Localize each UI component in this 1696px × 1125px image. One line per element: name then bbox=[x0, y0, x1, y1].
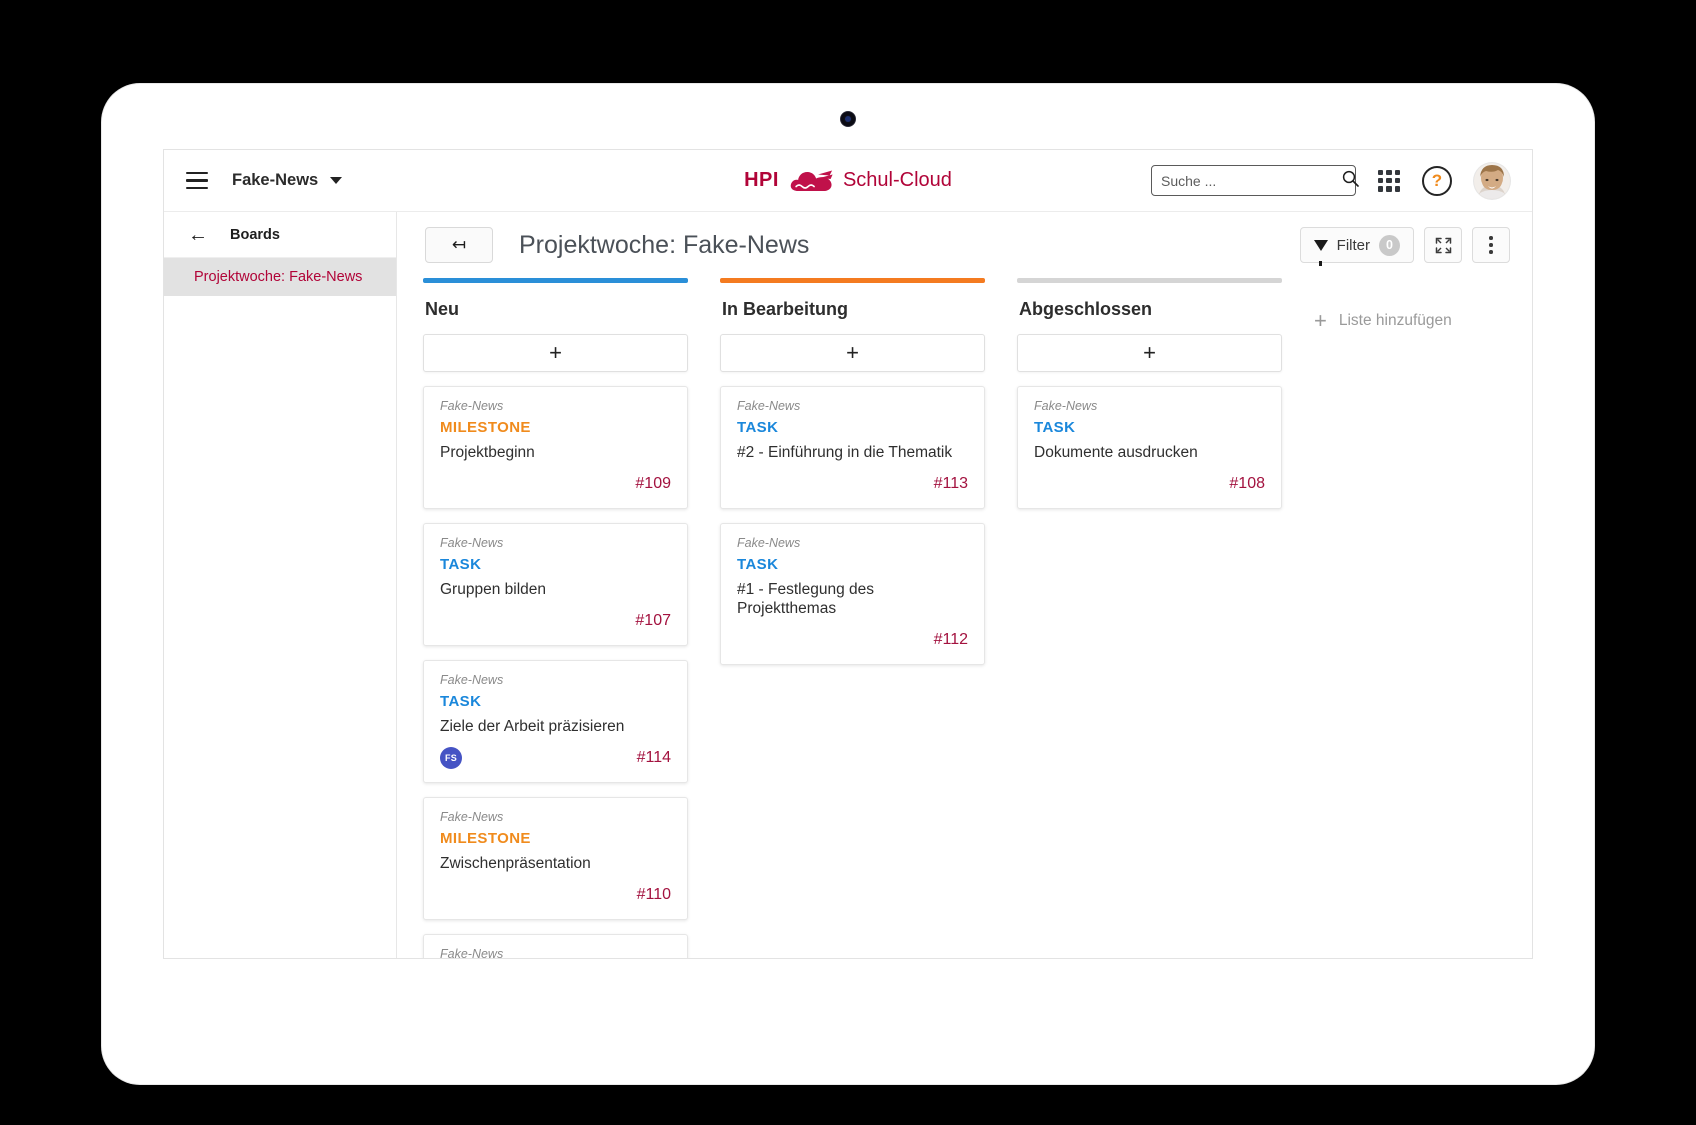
add-card-button[interactable]: + bbox=[1017, 334, 1282, 372]
plus-icon: + bbox=[1314, 310, 1327, 332]
add-list-button[interactable]: + Liste hinzufügen bbox=[1314, 278, 1452, 332]
app-screen: Fake-News HPI Schul-Cloud bbox=[163, 149, 1533, 959]
card-id: #112 bbox=[934, 631, 968, 649]
card-footer: #107 bbox=[440, 608, 671, 634]
board-area: ↤ Projektwoche: Fake-News Filter 0 bbox=[397, 212, 1532, 959]
board-card[interactable]: Fake-News TASK #2 - Einführung in die Them… bbox=[720, 386, 985, 509]
course-selector[interactable]: Fake-News bbox=[232, 171, 342, 190]
card-footer: #110 bbox=[440, 882, 671, 908]
board-column: Neu+Fake-NewsMILESTONEProjektbeginn#109F… bbox=[423, 278, 688, 959]
card-id: #107 bbox=[635, 612, 671, 630]
add-list-label: Liste hinzufügen bbox=[1339, 312, 1452, 330]
board-header-actions: Filter 0 bbox=[1300, 227, 1510, 263]
top-bar-right-group: ? bbox=[1151, 163, 1532, 199]
course-selector-label: Fake-News bbox=[232, 171, 318, 190]
card-type-label: TASK bbox=[440, 556, 671, 573]
card-type-label: TASK bbox=[1034, 419, 1265, 436]
cloud-icon bbox=[788, 168, 834, 194]
board-card[interactable]: Fake-News MILESTONE Projektbeginn #109 bbox=[423, 386, 688, 509]
board-menu-button[interactable] bbox=[1472, 227, 1510, 263]
card-course-label: Fake-News bbox=[737, 536, 968, 550]
brand-logo: HPI Schul-Cloud bbox=[744, 168, 952, 194]
search-input[interactable] bbox=[1161, 173, 1342, 189]
card-id: #110 bbox=[637, 886, 671, 904]
sidebar: ← Boards Projektwoche: Fake-News bbox=[164, 212, 397, 959]
tablet-frame: Fake-News HPI Schul-Cloud bbox=[102, 84, 1594, 1084]
board-column: Abgeschlossen+ Fake-News TASK Dokumente aus… bbox=[1017, 278, 1282, 523]
card-id: #109 bbox=[635, 475, 671, 493]
board-columns: Neu+Fake-NewsMILESTONEProjektbeginn#109F… bbox=[397, 278, 1532, 959]
card-title: Zwischenpräsentation bbox=[440, 855, 671, 874]
board-card[interactable]: Fake-News TASK Gruppen bilden #107 bbox=[423, 523, 688, 646]
card-type-label: TASK bbox=[737, 556, 968, 573]
camera-icon bbox=[841, 112, 855, 126]
card-course-label: Fake-News bbox=[737, 399, 968, 413]
card-course-label: Fake-News bbox=[440, 399, 671, 413]
card-title: #1 - Festlegung des Projektthemas bbox=[737, 581, 968, 619]
apps-grid-icon[interactable] bbox=[1378, 170, 1400, 192]
funnel-icon bbox=[1314, 240, 1328, 251]
card-course-label: Fake-News bbox=[440, 810, 671, 824]
card-type-label: MILESTONE bbox=[440, 419, 671, 436]
sidebar-boards-label: Boards bbox=[230, 227, 280, 243]
card-id: #113 bbox=[934, 475, 968, 493]
card-type-label: TASK bbox=[737, 419, 968, 436]
column-title: Abgeschlossen bbox=[1017, 283, 1282, 334]
card-title: Dokumente ausdrucken bbox=[1034, 444, 1265, 463]
add-card-button[interactable]: + bbox=[720, 334, 985, 372]
sidebar-item-label: Projektwoche: Fake-News bbox=[194, 269, 362, 285]
board-card[interactable]: Fake-News TASK Dokumente ausdrucken #108 bbox=[1017, 386, 1282, 509]
kebab-menu-icon bbox=[1489, 236, 1493, 254]
help-icon[interactable]: ? bbox=[1422, 166, 1452, 196]
filter-count-badge: 0 bbox=[1379, 235, 1400, 256]
assignee-avatar[interactable]: FS bbox=[440, 747, 462, 769]
sidebar-boards-back[interactable]: ← Boards bbox=[164, 212, 396, 258]
card-title: Ziele der Arbeit präzisieren bbox=[440, 718, 671, 737]
board-column: In Bearbeitung+ Fake-News TASK #2 - Einführ… bbox=[720, 278, 985, 679]
hamburger-icon[interactable] bbox=[186, 168, 212, 194]
card-footer: #113 bbox=[737, 471, 968, 497]
brand-hpi-text: HPI bbox=[744, 169, 779, 192]
card-id: #108 bbox=[1229, 475, 1265, 493]
expand-icon bbox=[1435, 237, 1452, 254]
column-title: Neu bbox=[423, 283, 688, 334]
search-icon[interactable] bbox=[1342, 170, 1359, 192]
card-footer: #109 bbox=[440, 471, 671, 497]
card-footer: #108 bbox=[1034, 471, 1265, 497]
board-card[interactable]: Fake-News MILESTONE Zwischenpräsentation #1… bbox=[423, 797, 688, 920]
board-card[interactable]: Fake-News TASK #1 - Festlegung des Projekt… bbox=[720, 523, 985, 665]
chevron-down-icon bbox=[330, 177, 342, 184]
brand-name-text: Schul-Cloud bbox=[843, 169, 952, 192]
avatar[interactable] bbox=[1474, 163, 1510, 199]
card-course-label: Fake-News bbox=[1034, 399, 1265, 413]
board-card[interactable]: Fake-News bbox=[423, 934, 688, 959]
card-course-label: Fake-News bbox=[440, 536, 671, 550]
board-header: ↤ Projektwoche: Fake-News Filter 0 bbox=[397, 212, 1532, 278]
search-box[interactable] bbox=[1151, 165, 1356, 196]
body-row: ← Boards Projektwoche: Fake-News ↤ Proje… bbox=[164, 212, 1532, 959]
fullscreen-button[interactable] bbox=[1424, 227, 1462, 263]
card-footer: #112 bbox=[737, 627, 968, 653]
card-title: Gruppen bilden bbox=[440, 581, 671, 600]
arrow-left-icon: ← bbox=[188, 225, 208, 245]
card-type-label: MILESTONE bbox=[440, 830, 671, 847]
card-footer: FS #114 bbox=[440, 745, 671, 771]
card-type-label: TASK bbox=[440, 693, 671, 710]
card-id: #114 bbox=[637, 749, 671, 767]
card-course-label: Fake-News bbox=[440, 673, 671, 687]
sidebar-item-projektwoche-fake-news[interactable]: Projektwoche: Fake-News bbox=[164, 258, 396, 296]
back-button[interactable]: ↤ bbox=[425, 227, 493, 263]
card-course-label: Fake-News bbox=[440, 947, 671, 959]
add-card-button[interactable]: + bbox=[423, 334, 688, 372]
card-title: #2 - Einführung in die Thematik bbox=[737, 444, 968, 463]
filter-label: Filter bbox=[1337, 237, 1370, 254]
card-title: Projektbeginn bbox=[440, 444, 671, 463]
filter-button[interactable]: Filter 0 bbox=[1300, 227, 1414, 263]
top-bar: Fake-News HPI Schul-Cloud bbox=[164, 150, 1532, 212]
page-title: Projektwoche: Fake-News bbox=[519, 231, 809, 260]
board-card[interactable]: Fake-News TASK Ziele der Arbeit präzisiere… bbox=[423, 660, 688, 783]
column-title: In Bearbeitung bbox=[720, 283, 985, 334]
